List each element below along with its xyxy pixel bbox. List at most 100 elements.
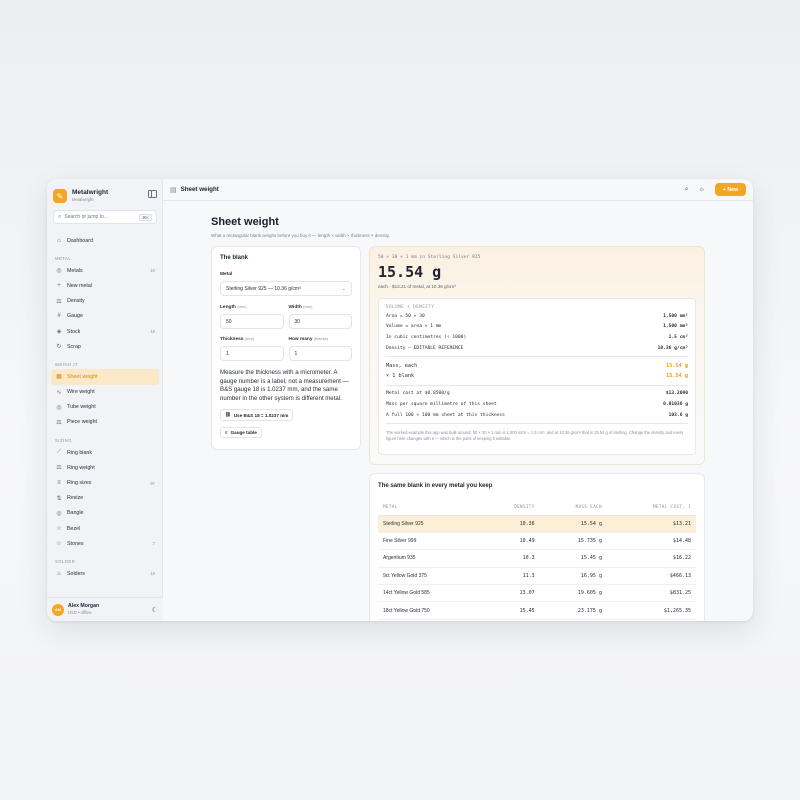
breakdown-value: 1,500 mm³ xyxy=(663,324,688,330)
sidebar-item-label: Piece weight xyxy=(67,419,98,426)
table-cell: 18ct Yellow Gold 750 xyxy=(378,601,484,620)
blank-card-title: The blank xyxy=(220,255,249,261)
sidebar-section-heading: Solder xyxy=(55,559,76,565)
content: Sheet weight What a rectangular blank we… xyxy=(211,216,706,621)
sidebar-item-label: Solders xyxy=(67,570,85,577)
length-unit: (mm) xyxy=(237,304,247,309)
table-row[interactable]: Sterling Silver 925 10.36 15.54 g $13.21 xyxy=(378,515,696,533)
metals-table-title: The same blank in every metal you keep xyxy=(378,483,493,489)
table-row[interactable]: Fine Silver 999 10.49 15.735 g $14.48 xyxy=(378,532,696,551)
sidebar-item-stock[interactable]: ◈ Stock 16 xyxy=(51,324,159,339)
length-input[interactable]: 50 xyxy=(220,314,284,329)
sidebar-item-wire-weight[interactable]: ∿ Wire weight xyxy=(51,385,159,400)
sidebar-item-ring-sizes[interactable]: ≡ Ring sizes 97 xyxy=(51,475,159,490)
brand-logo-icon: ✎ xyxy=(53,189,67,203)
user-name: Alex Morgan xyxy=(68,602,100,609)
breakdown-row: In cubic centimetres (÷ 1000) 1.5 cm³ xyxy=(386,332,688,343)
sidebar-collapse-icon[interactable] xyxy=(148,190,157,198)
new-button[interactable]: + New xyxy=(715,183,746,196)
gauge-table-button[interactable]: # Gauge table xyxy=(220,427,262,439)
sidebar-item-solders[interactable]: ♨ Solders 10 xyxy=(51,566,159,581)
table-cell: $1,265.35 xyxy=(606,601,696,620)
breakdown-value: 1,500 mm² xyxy=(663,313,688,319)
sidebar-item-count: 97 xyxy=(150,480,155,486)
sidebar-section-heading: Sizing xyxy=(55,438,72,444)
table-row[interactable]: Argentium 935 10.3 15.45 g $16.22 xyxy=(378,549,696,568)
user-status: USD • offline xyxy=(68,610,92,615)
sidebar-item-label: Metals xyxy=(67,267,83,274)
breakdown-label: Mass per square millimetre of this sheet xyxy=(386,401,497,407)
table-cell xyxy=(539,619,607,621)
table-row[interactable]: 9ct Yellow Gold 375 11.3 16.95 g $466.13 xyxy=(378,567,696,586)
sidebar-item-label: Resize xyxy=(67,495,84,502)
sidebar-item-count: 10 xyxy=(150,571,155,577)
sidebar-item-metals[interactable]: ◎ Metals 10 xyxy=(51,263,159,278)
breakdown-row: A full 100 × 100 mm sheet at this thickn… xyxy=(386,410,688,421)
breakdown-row: Area = 50 × 30 1,500 mm² xyxy=(386,311,688,322)
width-input[interactable]: 30 xyxy=(288,314,352,329)
breakdown-row: Metal cost at $0.8500/g $13.2090 xyxy=(386,389,688,400)
sidebar-item-label: Stock xyxy=(67,328,81,335)
column-header[interactable]: DENSITY xyxy=(483,498,540,516)
sidebar-item-stones[interactable]: ☆ Stones 7 xyxy=(51,536,159,551)
page-title: Sheet weight xyxy=(211,216,279,228)
divider xyxy=(386,384,688,386)
link-icon: ⛓ xyxy=(225,412,231,418)
sidebar-item-dashboard[interactable]: ⌂ Dashboard xyxy=(51,233,159,248)
recycle-icon: ↻ xyxy=(56,344,62,351)
search-icon[interactable]: ⌕ xyxy=(685,186,689,194)
breakdown-label: Metal cost at $0.8500/g xyxy=(386,391,450,397)
sidebar-item-bezel[interactable]: ☆ Bezel xyxy=(51,521,159,536)
sidebar-item-new-metal[interactable]: + New metal xyxy=(51,278,159,293)
how-many-input[interactable]: 1 xyxy=(288,346,352,361)
table-cell: $14.48 xyxy=(606,532,696,551)
breakdown-value: 15.54 g xyxy=(666,362,688,369)
result-card: 50 × 30 × 1 mm in Sterling Silver 925 15… xyxy=(369,246,705,465)
breakdown-value: 10.36 g/cm³ xyxy=(657,345,688,351)
column-header[interactable]: METAL COST, 1 xyxy=(606,498,696,516)
sidebar-item-bangle[interactable]: ◎ Bangle xyxy=(51,506,159,521)
table-cell: 23.175 g xyxy=(539,601,607,620)
column-header[interactable]: MASS EACH xyxy=(539,498,607,516)
use-gauge-button[interactable]: ⛓ Use B&S 18 = 1.0237 mm xyxy=(220,409,294,422)
thickness-input[interactable]: 1 xyxy=(220,346,284,361)
metal-select[interactable]: Sterling Silver 925 — 10.36 g/cm³ ⌄ xyxy=(220,281,352,296)
breakdown-value: $13.2090 xyxy=(665,391,688,397)
sidebar-item-ring-blank[interactable]: ⟋ Ring blank xyxy=(51,445,159,460)
flame-icon: ♨ xyxy=(56,571,62,578)
sun-icon[interactable]: ☼ xyxy=(699,186,705,193)
table-row[interactable]: 18ct Yellow Gold 750 15.45 23.175 g $1,265.… xyxy=(378,601,696,620)
moon-icon[interactable]: ☾ xyxy=(152,606,158,614)
breakdown-label: × 1 blank xyxy=(386,373,415,380)
sidebar-item-ring-weight[interactable]: ⚖ Ring weight xyxy=(51,460,159,475)
sidebar-item-sheet-weight[interactable]: ▦ Sheet weight xyxy=(51,369,159,385)
column-header[interactable]: METAL xyxy=(378,498,484,516)
sidebar-item-resize[interactable]: ⇅ Resize xyxy=(51,491,159,506)
sidebar-item-label: Gauge xyxy=(67,313,83,320)
sidebar-item-scrap[interactable]: ↻ Scrap xyxy=(51,339,159,354)
hash-icon: # xyxy=(57,313,61,320)
search-shortcut: ⌘K xyxy=(139,213,152,221)
breakdown-row: Volume = area × 1 mm 1,500 mm³ xyxy=(386,322,688,333)
table-row[interactable]: 14ct Yellow Gold 585 13.07 19.605 g $831.25 xyxy=(378,584,696,603)
search-input[interactable]: ⌕ Search or jump to… ⌘K xyxy=(53,210,157,224)
sidebar-item-label: Stones xyxy=(67,540,84,547)
sidebar-item-piece-weight[interactable]: ⚖ Piece weight xyxy=(51,415,159,430)
user-footer[interactable]: AM Alex Morgan USD • offline ☾ xyxy=(47,597,163,621)
breakdown-value: 103.6 g xyxy=(668,412,688,418)
table-cell xyxy=(606,619,696,621)
sidebar-item-gauge[interactable]: # Gauge xyxy=(51,309,159,324)
table-cell: 11.3 xyxy=(483,567,540,586)
breakdown-row: Mass per square millimetre of this sheet… xyxy=(386,399,688,410)
table-cell: 14ct Yellow Gold 585 xyxy=(378,584,484,603)
table-row[interactable] xyxy=(378,619,696,621)
breakdown-heading: VOLUME × DENSITY xyxy=(386,304,435,309)
brand[interactable]: ✎ Metalwright Metalwright xyxy=(53,186,157,206)
sidebar-item-density[interactable]: ⚖ Density xyxy=(51,294,159,309)
app-window: ✎ Metalwright Metalwright ⌕ Search or ju… xyxy=(47,179,753,621)
sidebar-item-label: Dashboard xyxy=(67,237,93,244)
sidebar-item-tube-weight[interactable]: ◎ Tube weight xyxy=(51,400,159,415)
sidebar-item-count: 16 xyxy=(150,329,155,335)
table-cell: $831.25 xyxy=(606,584,696,603)
circle-icon: ◎ xyxy=(56,510,62,517)
